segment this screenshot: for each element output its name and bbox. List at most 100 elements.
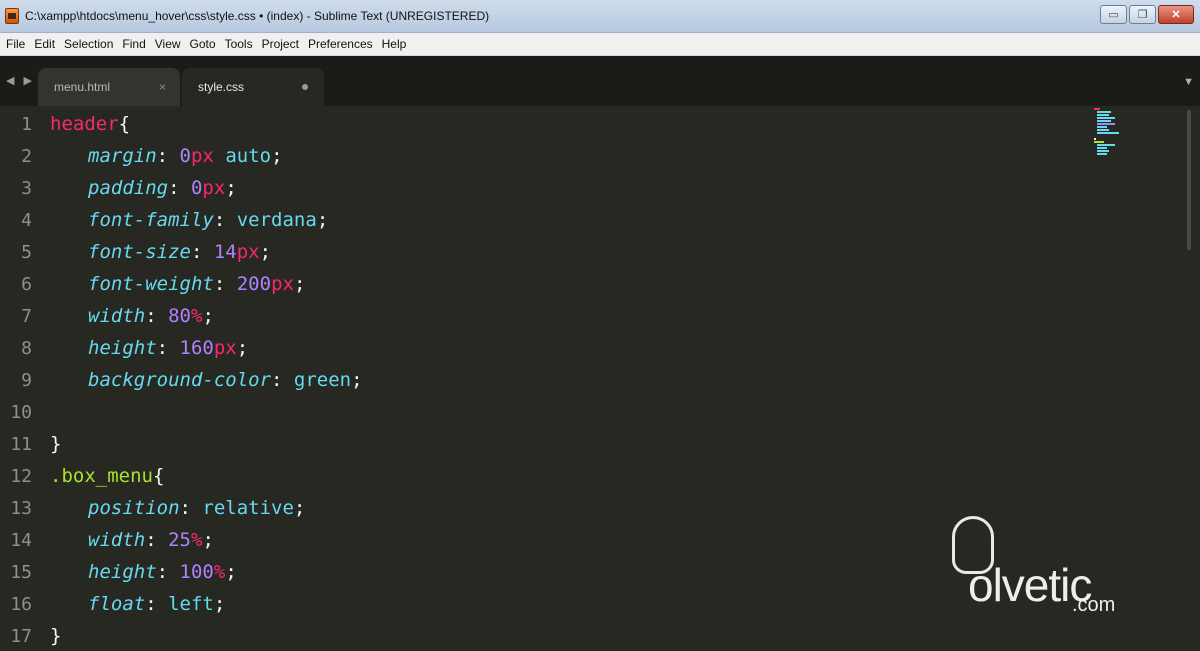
number: 200 [236,273,272,295]
line-number: 2 [21,145,32,167]
brace: } [50,433,62,455]
semicolon: ; [293,273,306,295]
menu-goto[interactable]: Goto [188,37,221,51]
brace: } [50,625,62,647]
colon: : [213,273,237,295]
value: left [168,593,214,615]
css-property: width [88,529,146,551]
value: green [293,369,352,391]
menu-edit[interactable]: Edit [32,37,60,51]
semicolon: ; [225,177,237,199]
unit: px [236,241,260,263]
code-editor[interactable]: 1 header{ 2 margin: 0px auto; 3 padding:… [0,106,1200,651]
css-property: margin [88,145,157,167]
unit: px [202,177,226,199]
semicolon: ; [271,145,283,167]
css-property: font-size [88,241,191,263]
semicolon: ; [202,529,214,551]
menu-project[interactable]: Project [260,37,304,51]
colon: : [271,369,294,391]
css-property: background-color [88,369,272,391]
css-property: height [88,561,157,583]
number: 100 [179,561,214,583]
tab-dropdown-icon[interactable]: ▼ [1183,76,1194,88]
code-line: 9 background-color: green; [0,364,1090,396]
tab-bar: ◀ ▶ menu.html × style.css ▼ [0,56,1200,106]
brace: { [152,465,165,487]
semicolon: ; [351,369,363,391]
line-number: 10 [10,401,32,423]
code-line: 1 header{ [0,108,1090,140]
colon: : [168,177,191,199]
vertical-scrollbar[interactable] [1187,110,1191,250]
colon: : [156,337,180,359]
number: 0 [179,145,191,167]
menu-file[interactable]: File [4,37,30,51]
code-line: 7 width: 80%; [0,300,1090,332]
code-line: 17 } [0,620,1090,651]
code-line: 12 .box_menu{ [0,460,1090,492]
minimize-button[interactable]: ▭ [1100,5,1127,24]
class-selector: .box_menu [50,465,153,487]
colon: : [156,145,180,167]
line-number: 1 [21,113,32,135]
menu-selection[interactable]: Selection [62,37,118,51]
tab-nav-arrows-icon[interactable]: ◀ ▶ [6,74,35,87]
code-line: 8 height: 160px; [0,332,1090,364]
css-property: padding [88,177,169,199]
line-number: 17 [10,625,32,647]
watermark-suffix: .com [1072,594,1116,616]
menu-find[interactable]: Find [120,37,150,51]
window-controls: ▭ ❐ ✕ [1100,5,1194,24]
code-line: 5 font-size: 14px; [0,236,1090,268]
line-number: 6 [21,273,32,295]
line-number: 13 [10,497,32,519]
code-line: 11 } [0,428,1090,460]
menu-help[interactable]: Help [380,37,412,51]
line-number: 11 [10,433,32,455]
code-line: 10 [0,396,1090,428]
semicolon: ; [259,241,272,263]
css-property: height [88,337,157,359]
menu-view[interactable]: View [153,37,186,51]
unsaved-dot-icon[interactable] [302,84,308,90]
number: 14 [213,241,237,263]
tab-style-css[interactable]: style.css [182,68,324,106]
minimap[interactable] [1094,106,1124,166]
window-title: C:\xampp\htdocs\menu_hover\css\style.css… [25,9,490,23]
unit: % [213,561,226,583]
value: auto [213,145,272,167]
value: relative [202,497,294,519]
unit: px [213,337,237,359]
css-property: font-family [88,209,214,231]
line-number: 5 [21,241,32,263]
colon: : [145,529,169,551]
maximize-button[interactable]: ❐ [1129,5,1156,24]
colon: : [145,593,169,615]
tab-label: menu.html [54,80,111,94]
colon: : [179,497,203,519]
code-line: 14 width: 25%; [0,524,1090,556]
number: 25 [168,529,191,551]
sublime-app-icon[interactable] [5,8,19,24]
code-line: 15 height: 100%; [0,556,1090,588]
close-button[interactable]: ✕ [1158,5,1194,24]
css-property: position [88,497,180,519]
title-bar: C:\xampp\htdocs\menu_hover\css\style.css… [0,0,1200,33]
line-number: 4 [21,209,32,231]
menu-preferences[interactable]: Preferences [306,37,378,51]
line-number: 16 [10,593,32,615]
semicolon: ; [236,337,249,359]
menu-tools[interactable]: Tools [223,37,258,51]
colon: : [190,241,214,263]
css-property: float [88,593,146,615]
semicolon: ; [202,305,214,327]
menu-bar: File Edit Selection Find View Goto Tools… [0,33,1200,56]
number: 160 [179,337,214,359]
tab-close-icon[interactable]: × [159,80,166,94]
tab-menu-html[interactable]: menu.html × [38,68,180,106]
code-line: 3 padding: 0px; [0,172,1090,204]
solvetic-watermark: olvetic .com [940,516,1130,626]
semicolon: ; [225,561,237,583]
unit: px [190,145,214,167]
